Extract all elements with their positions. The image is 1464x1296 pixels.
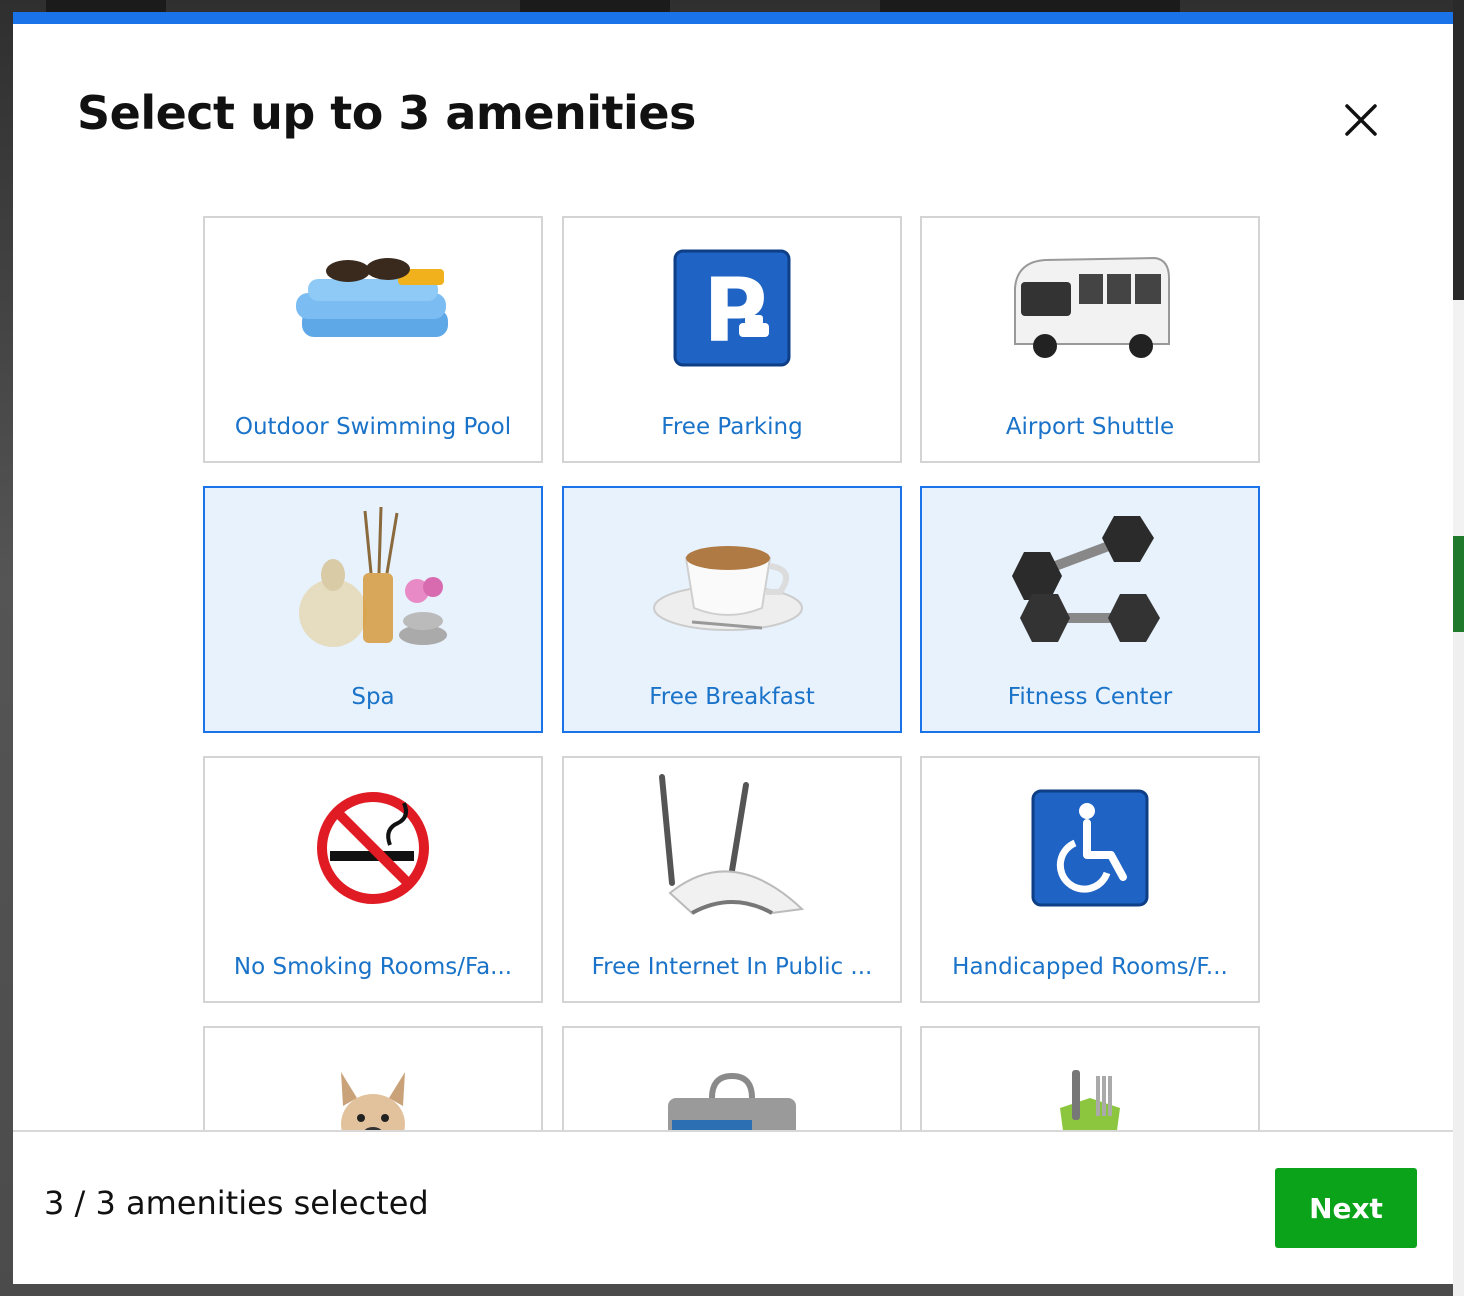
no-smoking-image <box>205 778 541 918</box>
amenity-card[interactable]: Airport Shuttle <box>920 216 1260 463</box>
background-edge <box>1453 536 1464 632</box>
amenity-card-selected[interactable]: Fitness Center <box>920 486 1260 733</box>
next-button[interactable]: Next <box>1275 1168 1417 1248</box>
amenity-card[interactable] <box>920 1026 1260 1130</box>
laptop-bag-image <box>564 1048 900 1130</box>
parking-sign-image: P <box>564 238 900 378</box>
amenity-card[interactable]: Free Internet In Public ... <box>562 756 902 1003</box>
amenity-grid-viewport[interactable]: Select up to 3 amenities Outdoor Swimmin… <box>13 12 1453 1130</box>
close-button[interactable] <box>1331 90 1391 150</box>
amenity-card-selected[interactable]: Spa <box>203 486 543 733</box>
dumbbells-image <box>922 508 1258 648</box>
amenity-label: Fitness Center <box>1007 684 1173 710</box>
modal-title: Select up to 3 amenities <box>77 86 696 140</box>
cutlery-image <box>922 1048 1258 1130</box>
amenity-label: Free Parking <box>661 414 803 440</box>
amenity-card[interactable]: Handicapped Rooms/F... <box>920 756 1260 1003</box>
modal-footer: 3 / 3 amenities selected Next <box>13 1130 1453 1284</box>
amenity-label: Handicapped Rooms/F... <box>952 954 1228 980</box>
shuttle-bus-image <box>922 238 1258 378</box>
amenity-card[interactable]: No Smoking Rooms/Fa... <box>203 756 543 1003</box>
background-edge <box>1453 300 1464 536</box>
amenity-label: Spa <box>351 684 395 710</box>
close-icon <box>1345 104 1377 136</box>
background-edge <box>1453 0 1464 300</box>
amenity-card[interactable] <box>203 1026 543 1130</box>
dog-image <box>205 1048 541 1130</box>
amenity-label: Free Breakfast <box>649 684 815 710</box>
amenity-label: No Smoking Rooms/Fa... <box>233 954 513 980</box>
amenity-card[interactable]: P Free Parking <box>562 216 902 463</box>
amenity-label: Airport Shuttle <box>1005 414 1175 440</box>
coffee-cup-image <box>564 508 900 648</box>
svg-text:P: P <box>703 259 768 362</box>
spa-image <box>205 506 541 648</box>
amenity-card-selected[interactable]: Free Breakfast <box>562 486 902 733</box>
background-edge <box>1453 632 1464 1296</box>
amenity-card[interactable]: Outdoor Swimming Pool <box>203 216 543 463</box>
selection-status: 3 / 3 amenities selected <box>44 1184 429 1222</box>
amenities-modal: Select up to 3 amenities Outdoor Swimmin… <box>13 12 1453 1284</box>
amenity-card[interactable] <box>562 1026 902 1130</box>
amenity-label: Free Internet In Public ... <box>591 954 873 980</box>
amenity-label: Outdoor Swimming Pool <box>234 414 512 440</box>
towel-sunglasses-image <box>205 238 541 378</box>
wheelchair-image <box>922 778 1258 918</box>
wifi-router-image <box>564 774 900 918</box>
